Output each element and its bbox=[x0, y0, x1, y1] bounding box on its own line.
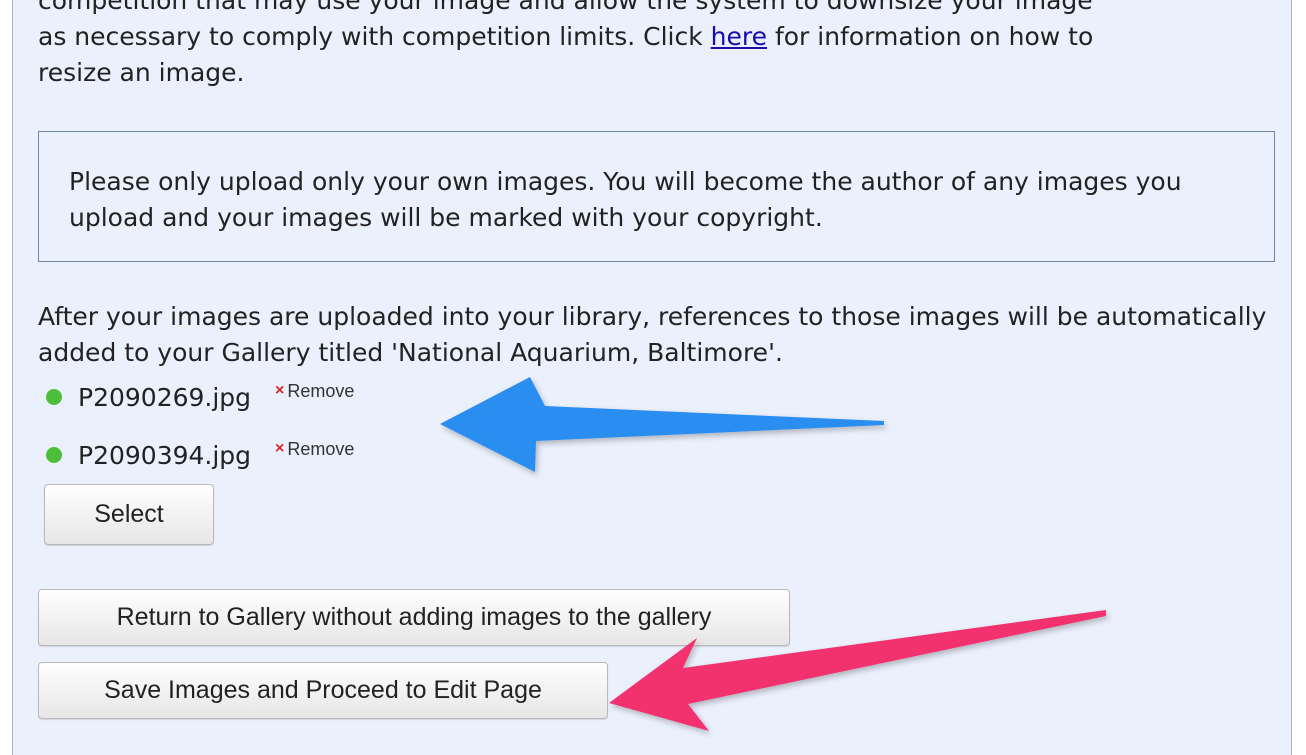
save-and-proceed-button[interactable]: Save Images and Proceed to Edit Page bbox=[38, 662, 608, 719]
intro-text: competition that may use your image and … bbox=[38, 0, 1278, 91]
remove-label: Remove bbox=[287, 438, 355, 459]
remove-file-button[interactable]: × Remove bbox=[275, 381, 354, 402]
upload-status-icon bbox=[46, 389, 62, 405]
intro-line-link: as necessary to comply with competition … bbox=[38, 19, 1278, 55]
intro-text-before-link: as necessary to comply with competition … bbox=[38, 22, 711, 51]
remove-file-button[interactable]: × Remove bbox=[275, 439, 354, 460]
remove-x-icon: × bbox=[275, 382, 285, 399]
return-to-gallery-button[interactable]: Return to Gallery without adding images … bbox=[38, 589, 790, 646]
copyright-notice-text: Please only upload only your own images.… bbox=[69, 167, 1182, 232]
copyright-notice-box: Please only upload only your own images.… bbox=[38, 131, 1275, 262]
file-name: P2090394.jpg bbox=[78, 440, 252, 470]
file-name: P2090269.jpg bbox=[78, 382, 252, 412]
select-button[interactable]: Select bbox=[44, 484, 214, 545]
resize-help-link[interactable]: here bbox=[711, 22, 767, 51]
intro-line-clipped: competition that may use your image and … bbox=[38, 0, 1093, 15]
remove-x-icon: × bbox=[275, 440, 285, 457]
intro-line-last: resize an image. bbox=[38, 58, 245, 87]
gallery-info-text: After your images are uploaded into your… bbox=[38, 302, 1267, 367]
remove-label: Remove bbox=[287, 380, 355, 401]
file-item: P2090269.jpg × Remove bbox=[46, 379, 354, 415]
upload-status-icon bbox=[46, 447, 62, 463]
file-item: P2090394.jpg × Remove bbox=[46, 437, 354, 473]
intro-text-after-link: for information on how to bbox=[767, 22, 1094, 51]
